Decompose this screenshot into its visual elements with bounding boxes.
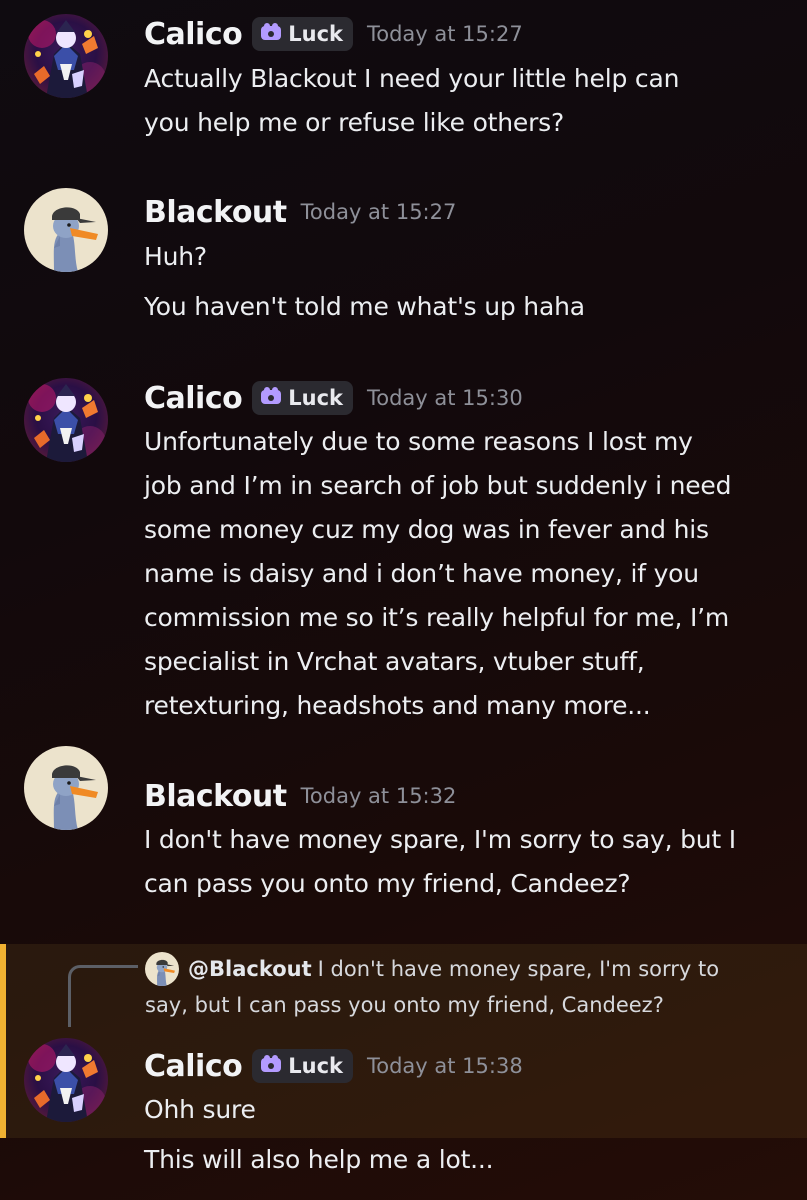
message-header: Blackout Today at 15:27: [144, 190, 456, 234]
username[interactable]: Blackout: [144, 779, 287, 814]
timestamp[interactable]: Today at 15:38: [367, 1054, 523, 1078]
paw-icon: [260, 1054, 282, 1079]
reply-mention[interactable]: @Blackout: [188, 957, 312, 981]
guild-tag-label: Luck: [288, 1054, 343, 1078]
message-text: some money cuz my dog was in fever and h…: [144, 515, 709, 544]
username[interactable]: Blackout: [144, 195, 287, 230]
timestamp[interactable]: Today at 15:27: [301, 200, 457, 224]
guild-tag-badge[interactable]: Luck: [252, 381, 353, 415]
timestamp[interactable]: Today at 15:27: [367, 22, 523, 46]
timestamp[interactable]: Today at 15:32: [301, 784, 457, 808]
guild-tag-label: Luck: [288, 386, 343, 410]
username[interactable]: Calico: [144, 381, 243, 416]
message-text: Ohh sure: [144, 1095, 256, 1124]
message-text: Actually Blackout I need your little hel…: [144, 64, 680, 93]
message-text: retexturing, headshots and many more...: [144, 691, 651, 720]
message-header: Calico Luck Today at 15:38: [144, 1044, 523, 1088]
message-text: Unfortunately due to some reasons I lost…: [144, 427, 693, 456]
reply-avatar-blackout[interactable]: [145, 952, 179, 986]
message-header: Calico Luck Today at 15:27: [144, 12, 523, 56]
message-text: specialist in Vrchat avatars, vtuber stu…: [144, 647, 645, 676]
reply-preview[interactable]: @Blackout I don't have money spare, I'm s…: [188, 951, 719, 987]
avatar-calico[interactable]: [24, 14, 108, 98]
guild-tag-badge[interactable]: Luck: [252, 1049, 353, 1083]
guild-tag-badge[interactable]: Luck: [252, 17, 353, 51]
username[interactable]: Calico: [144, 1049, 243, 1084]
message-text: This will also help me a lot...: [144, 1145, 494, 1174]
message-header: Calico Luck Today at 15:30: [144, 376, 523, 420]
message-text: commission me so it’s really helpful for…: [144, 603, 730, 632]
username[interactable]: Calico: [144, 17, 243, 52]
message-header: Blackout Today at 15:32: [144, 774, 456, 818]
reply-connector: [68, 965, 138, 1027]
message-text: Huh?: [144, 242, 207, 271]
paw-icon: [260, 22, 282, 47]
mention-accent-bar: [0, 944, 6, 1138]
avatar-blackout[interactable]: [24, 188, 108, 272]
guild-tag-label: Luck: [288, 22, 343, 46]
message-text: you help me or refuse like others?: [144, 108, 565, 137]
paw-icon: [260, 386, 282, 411]
message-text: can pass you onto my friend, Candeez?: [144, 869, 631, 898]
message-text: You haven't told me what's up haha: [144, 292, 585, 321]
reply-text: I don't have money spare, I'm sorry to: [317, 957, 720, 981]
message-text: job and I’m in search of job but suddenl…: [144, 471, 732, 500]
message-text: I don't have money spare, I'm sorry to s…: [144, 825, 736, 854]
avatar-calico[interactable]: [24, 378, 108, 462]
timestamp[interactable]: Today at 15:30: [367, 386, 523, 410]
message-text: name is daisy and i don’t have money, if…: [144, 559, 699, 588]
avatar-calico[interactable]: [24, 1038, 108, 1122]
avatar-blackout[interactable]: [24, 746, 108, 830]
reply-text[interactable]: say, but I can pass you onto my friend, …: [145, 987, 664, 1023]
